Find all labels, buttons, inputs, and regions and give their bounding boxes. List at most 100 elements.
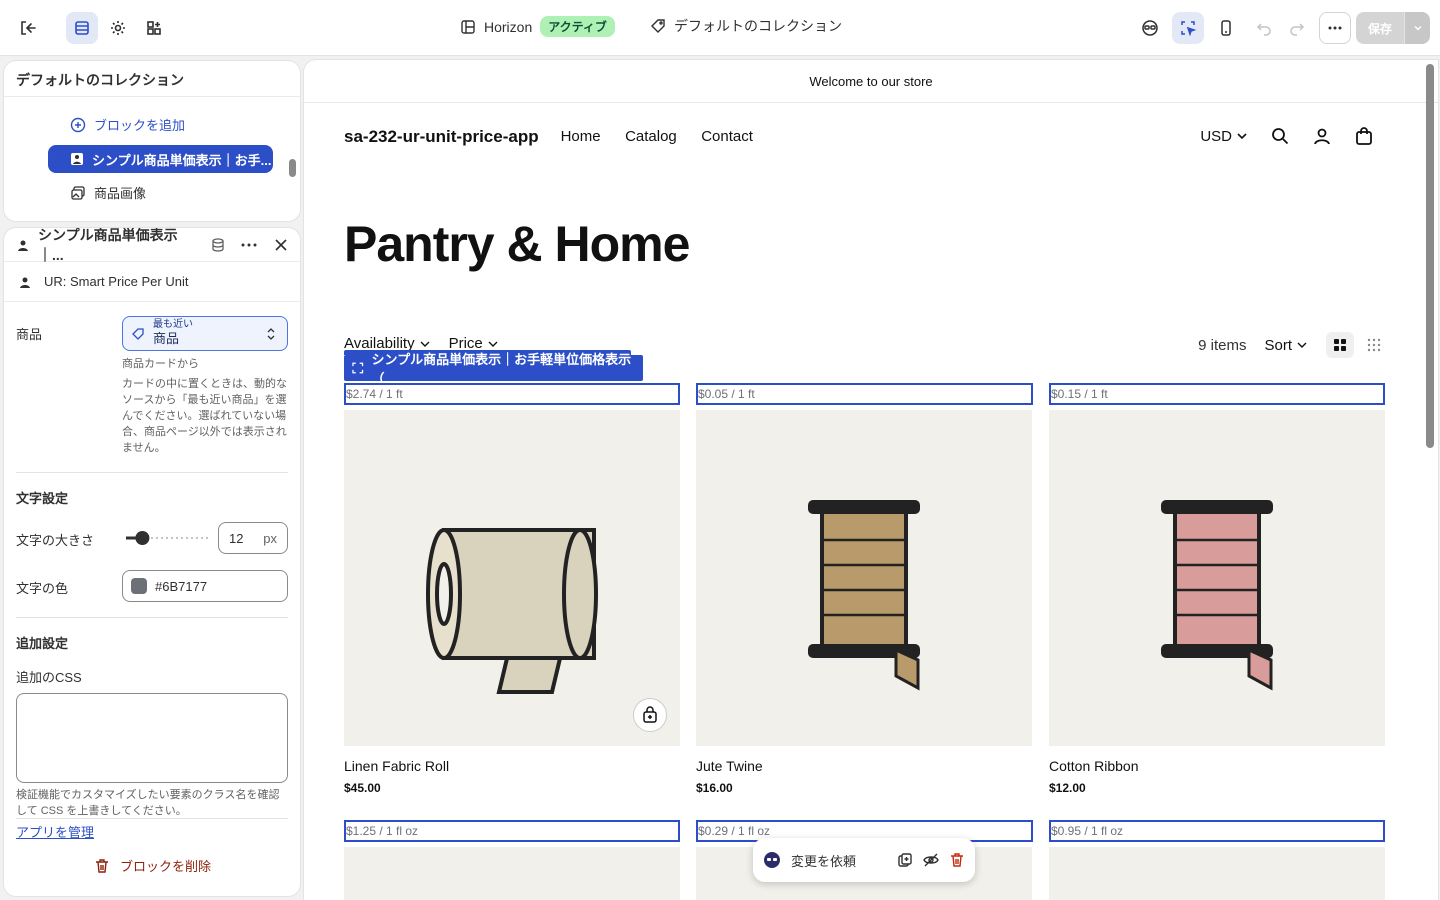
image-icon (71, 185, 85, 200)
select-frame-icon (352, 362, 364, 374)
nav-contact[interactable]: Contact (701, 128, 753, 145)
trash-icon (96, 858, 108, 873)
font-size-slider[interactable] (122, 526, 210, 550)
request-changes-button[interactable]: 変更を依頼 (791, 851, 887, 870)
settings-header: シンプル商品単価表示｜... (4, 228, 300, 263)
apps-icon[interactable] (138, 12, 170, 44)
source-hint: カードの中に置くときは、動的なソースから「最も近い商品」を選んでください。選ばれ… (122, 378, 287, 454)
theme-selector[interactable]: Horizon アクティブ (460, 16, 615, 37)
css-hint: 検証機能でカスタマイズしたい要素のクラス名を確認して CSS を上書きしてくださ… (16, 789, 280, 817)
collection-tools: 9 items Sort (1198, 332, 1388, 358)
color-swatch[interactable] (131, 578, 147, 594)
block-settings-panel: シンプル商品単価表示｜... UR: Smart Price Per Unit … (4, 228, 300, 896)
chevron-down-icon (1297, 342, 1307, 348)
quick-add-button[interactable] (633, 698, 667, 732)
template-name: デフォルトのコレクション (674, 18, 842, 34)
product-image[interactable] (1049, 410, 1385, 746)
undo-icon[interactable] (1248, 12, 1280, 44)
tree-scrollbar[interactable] (289, 159, 296, 177)
product-price: $16.00 (696, 781, 733, 795)
slider-track (126, 531, 208, 545)
theme-name: Horizon (484, 18, 533, 35)
product-title[interactable]: Linen Fabric Roll (344, 758, 449, 774)
exit-icon[interactable] (12, 12, 44, 44)
ellipsis-icon (1328, 26, 1342, 30)
hide-icon[interactable] (923, 852, 939, 868)
tree-item-product-image[interactable]: 商品画像 (70, 183, 146, 202)
trash-icon[interactable] (949, 852, 965, 868)
source-value: 商品 (153, 331, 180, 346)
dynamic-source-field[interactable]: 最も近い 商品 (122, 316, 288, 351)
cart-icon[interactable] (1354, 126, 1374, 146)
add-block-button[interactable]: ブロックを追加 (70, 115, 185, 134)
preview-scrollbar[interactable] (1426, 64, 1434, 448)
nav-catalog[interactable]: Catalog (625, 128, 677, 145)
product-image[interactable] (344, 410, 680, 746)
product-image[interactable] (1049, 847, 1385, 900)
divider (16, 818, 288, 819)
database-icon[interactable] (210, 237, 226, 253)
store-header: sa-232-ur-unit-price-app Home Catalog Co… (344, 126, 1374, 148)
selected-block-tag[interactable]: シンプル商品単価表示｜お手軽単位価格表示（... (344, 352, 643, 386)
tree-item-selected-block[interactable]: シンプル商品単価表示｜お手... (48, 145, 273, 173)
layout-icon (461, 19, 475, 34)
delete-block-label: ブロックを削除 (120, 859, 212, 874)
main-nav: Home Catalog Contact (561, 128, 773, 146)
unit-price-block[interactable]: $0.05 / 1 ft (696, 383, 1033, 405)
item-count: 9 items (1198, 336, 1247, 354)
text-color-field[interactable]: #6B7177 (122, 570, 288, 602)
custom-css-textarea[interactable] (16, 693, 288, 783)
divider (16, 617, 288, 618)
more-actions-button[interactable] (1319, 12, 1351, 44)
chevron-down-icon (488, 341, 498, 347)
redo-icon[interactable] (1281, 12, 1313, 44)
app-block-icon (18, 240, 28, 251)
tree-item-label: 商品画像 (94, 186, 147, 201)
nav-home[interactable]: Home (561, 128, 601, 145)
grid-small-button[interactable] (1360, 332, 1388, 358)
currency-selector[interactable]: USD (1200, 128, 1248, 145)
sidekick-icon[interactable] (1134, 12, 1166, 44)
search-icon[interactable] (1270, 126, 1290, 146)
gear-icon[interactable] (102, 12, 134, 44)
account-icon[interactable] (1312, 126, 1332, 146)
slider-knob[interactable] (135, 531, 150, 545)
unit-price-block[interactable]: $0.95 / 1 fl oz (1049, 820, 1385, 842)
unit-price-block[interactable]: $1.25 / 1 fl oz (344, 820, 680, 842)
jute-spool-illustration (808, 500, 920, 691)
app-source-row: UR: Smart Price Per Unit (4, 262, 300, 302)
app-name: UR: Smart Price Per Unit (44, 274, 189, 289)
grid-large-button[interactable] (1326, 332, 1354, 358)
font-size-label: 文字の大きさ (16, 533, 95, 548)
grid-small-icon (1367, 338, 1381, 352)
inspector-icon[interactable] (1172, 12, 1204, 44)
sections-icon[interactable] (66, 12, 98, 44)
mobile-preview-icon[interactable] (1210, 12, 1242, 44)
roll-end (562, 528, 598, 660)
store-brand[interactable]: sa-232-ur-unit-price-app (344, 127, 539, 147)
product-label: 商品 (16, 327, 43, 342)
unit-price-block[interactable]: $2.74 / 1 ft (344, 383, 680, 405)
close-icon[interactable] (274, 238, 288, 252)
grid-large-icon (1334, 339, 1346, 351)
delete-block-button[interactable]: ブロックを削除 (94, 856, 211, 875)
chevron-down-icon (1237, 133, 1247, 140)
unit-price-block[interactable]: $0.15 / 1 ft (1049, 383, 1385, 405)
font-size-value: 12 (229, 530, 244, 546)
product-title[interactable]: Jute Twine (696, 758, 763, 774)
sort-selector[interactable]: Sort (1264, 337, 1308, 354)
product-title[interactable]: Cotton Ribbon (1049, 758, 1139, 774)
ellipsis-icon[interactable] (240, 237, 258, 253)
product-image[interactable] (344, 847, 680, 900)
tag-icon (651, 19, 665, 33)
duplicate-icon[interactable] (897, 852, 913, 868)
template-selector[interactable]: デフォルトのコレクション (650, 16, 842, 36)
block-tag-label: シンプル商品単価表示｜お手軽単位価格表示（... (371, 352, 632, 386)
product-price: $45.00 (344, 781, 381, 795)
font-size-input[interactable]: 12 px (218, 522, 288, 554)
product-image[interactable] (696, 410, 1032, 746)
save-dropdown-button[interactable] (1404, 12, 1430, 44)
chevron-updown-icon (267, 328, 275, 340)
manage-app-link[interactable]: アプリを管理 (16, 822, 94, 841)
save-button[interactable]: 保存 (1356, 12, 1404, 44)
